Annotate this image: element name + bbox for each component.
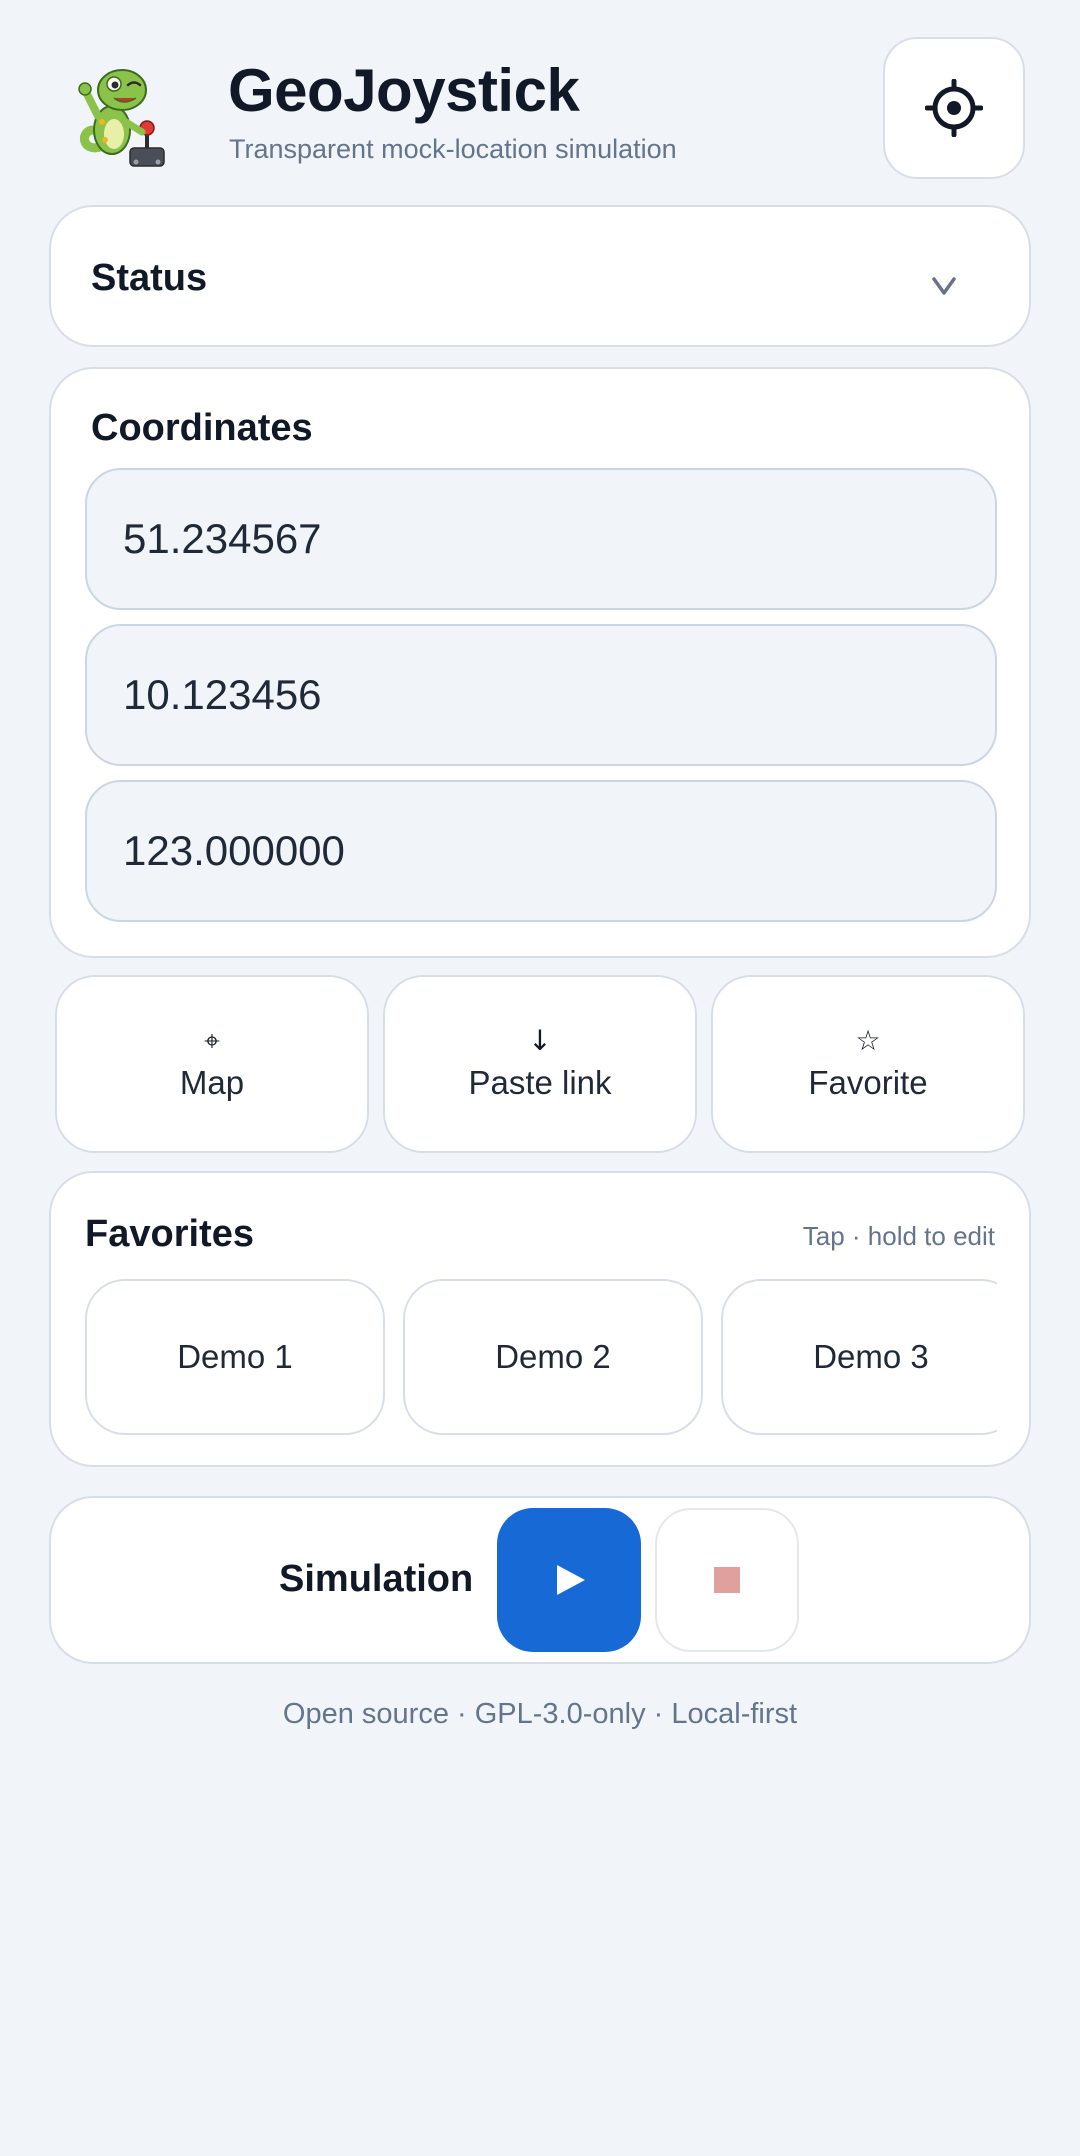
status-card[interactable]: Status [49,205,1031,347]
favorites-list[interactable]: Demo 1 Demo 2 Demo 3 [85,1279,997,1437]
favorite-button-label: Favorite [808,1064,928,1101]
footer-text: Open source · GPL-3.0-only · Local-first [282,1698,798,1730]
favorite-chip[interactable]: Demo 1 [85,1279,385,1435]
gecko-logo-icon [72,52,182,170]
map-button-label: Map [179,1064,245,1101]
latitude-field[interactable]: 51.234567 [85,468,997,610]
coordinates-card: Coordinates 51.234567 10.123456 123.0000… [49,367,1031,958]
favorites-hint: Tap · hold to edit [802,1221,995,1251]
altitude-field[interactable]: 123.000000 [85,780,997,922]
settings-button[interactable] [883,37,1025,179]
app-screen: GeoJoystick Transparent mock-location si… [0,0,1080,2156]
favorites-title: Favorites [85,1213,254,1255]
app-title: GeoJoystick [228,57,580,124]
star-icon: ☆ [855,1024,881,1057]
app-subtitle: Transparent mock-location simulation [229,134,677,164]
paste-link-button[interactable]: ↓ Paste link [383,975,697,1153]
settings-icon [925,79,983,137]
status-title: Status [91,257,208,299]
favorites-card: Favorites Tap · hold to edit Demo 1 Demo… [49,1171,1031,1467]
arrow-down-icon: ↓ [528,1024,552,1057]
favorite-button[interactable]: ☆ Favorite [711,975,1025,1153]
favorite-chip[interactable]: Demo 3 [721,1279,997,1435]
favorite-chip[interactable]: Demo 2 [403,1279,703,1435]
simulation-card: Simulation [49,1496,1031,1664]
chevron-down-icon [931,275,957,302]
crosshair-icon: ⌖ [204,1024,220,1057]
map-button[interactable]: ⌖ Map [55,975,369,1153]
coordinates-title: Coordinates [91,407,313,449]
play-button[interactable] [497,1508,641,1652]
app-header: GeoJoystick Transparent mock-location si… [0,0,1080,195]
longitude-field[interactable]: 10.123456 [85,624,997,766]
simulation-title: Simulation [279,1558,474,1600]
stop-button[interactable] [655,1508,799,1652]
stop-icon [714,1567,740,1593]
paste-link-button-label: Paste link [468,1064,612,1101]
play-icon [557,1565,585,1595]
